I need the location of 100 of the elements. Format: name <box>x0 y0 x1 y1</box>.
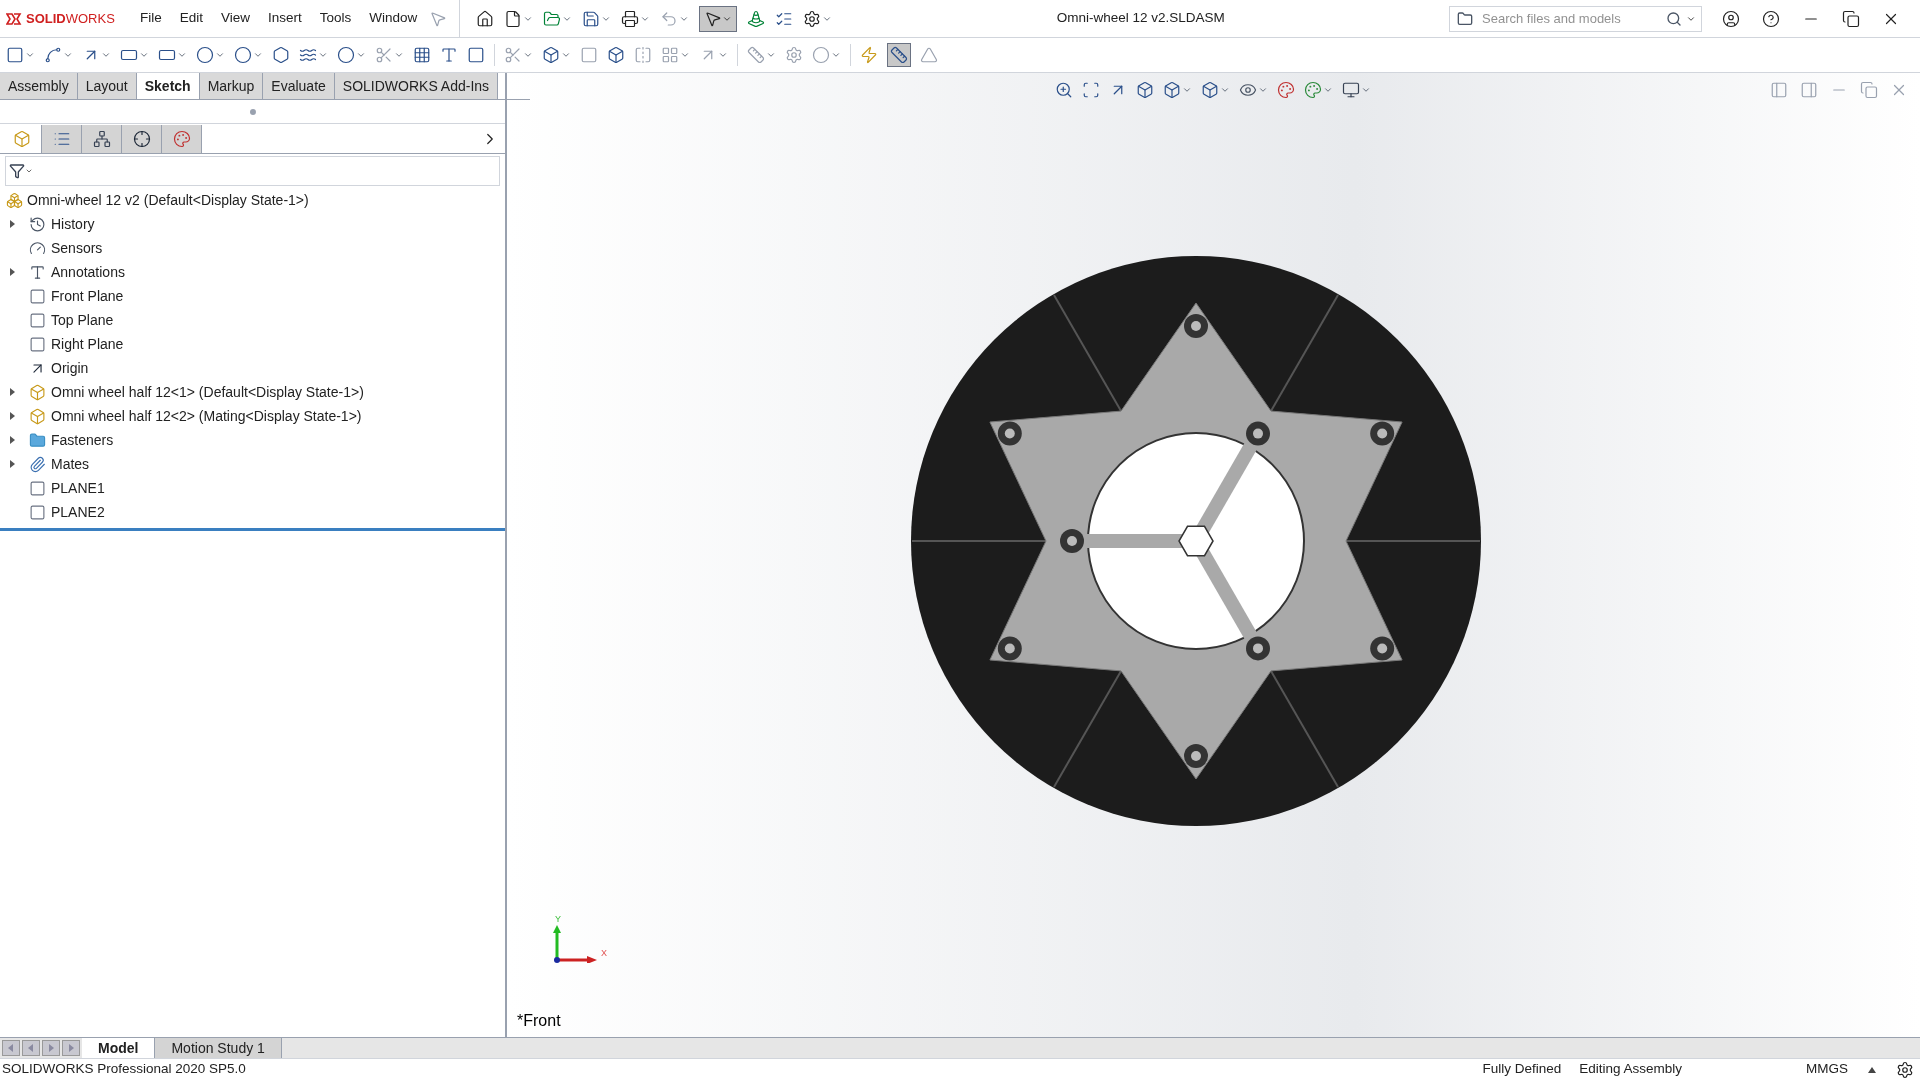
caret-icon[interactable] <box>318 50 328 60</box>
command-tab[interactable]: Layout <box>77 73 137 99</box>
tree-item[interactable]: Origin <box>51 357 89 379</box>
settings-icon[interactable] <box>803 9 822 28</box>
tree-item[interactable]: Mates <box>51 453 90 475</box>
panel-left-icon[interactable] <box>1770 81 1788 99</box>
tree-item[interactable]: Sensors <box>51 237 103 259</box>
axis-triad-drawing <box>551 925 597 963</box>
caret-icon[interactable] <box>215 50 225 60</box>
filter-field[interactable] <box>5 156 500 186</box>
caret-icon[interactable] <box>101 50 111 60</box>
command-tab[interactable]: Assembly <box>0 73 78 99</box>
folder-icon[interactable] <box>543 9 562 28</box>
expand-arrow-icon[interactable] <box>9 220 15 228</box>
caret-icon[interactable] <box>394 50 404 60</box>
panel-right-icon[interactable] <box>1800 81 1818 99</box>
caret-icon[interactable] <box>561 50 571 60</box>
expand-arrow-icon[interactable] <box>9 388 15 396</box>
tree-item[interactable]: Right Plane <box>51 333 124 355</box>
undo-icon[interactable] <box>660 9 679 28</box>
expand-arrow-icon[interactable] <box>9 460 15 468</box>
tree-item[interactable]: Top Plane <box>51 309 114 331</box>
caret-icon[interactable] <box>25 50 35 60</box>
list-icon <box>52 130 71 148</box>
menu-item[interactable]: Edit <box>179 8 204 29</box>
tree-item[interactable]: Fasteners <box>51 429 114 451</box>
search-field[interactable]: Search files and models <box>1449 5 1702 32</box>
select-button[interactable] <box>699 5 738 32</box>
caret-icon[interactable] <box>63 50 73 60</box>
menu-item[interactable]: Tools <box>319 8 352 29</box>
restore-icon[interactable] <box>1842 9 1860 28</box>
units-button[interactable]: MMGS <box>1806 1059 1848 1080</box>
sketch-icon[interactable] <box>6 46 24 64</box>
help-icon[interactable] <box>1762 9 1780 28</box>
tree-item[interactable]: Omni wheel half 12<2> (Mating<Display State-1>) <box>51 405 362 427</box>
monitor-icon[interactable] <box>1342 81 1360 99</box>
caret-icon[interactable] <box>356 50 366 60</box>
menu-item[interactable]: Window <box>369 8 418 29</box>
caret-icon[interactable] <box>177 50 187 60</box>
panel-tab[interactable] <box>82 125 122 153</box>
tree-item[interactable]: History <box>51 213 95 235</box>
eye-icon[interactable] <box>1239 81 1257 99</box>
caret-up-icon[interactable] <box>1868 1066 1876 1073</box>
caret-icon[interactable] <box>766 50 776 60</box>
menu-item[interactable]: View <box>221 8 251 29</box>
caret-icon[interactable] <box>718 50 728 60</box>
caret-icon[interactable] <box>139 50 149 60</box>
printer-icon[interactable] <box>621 9 640 28</box>
expand-arrow-icon[interactable] <box>9 436 15 444</box>
search-icon[interactable] <box>1666 10 1682 27</box>
folder-icon <box>1457 10 1473 27</box>
caret-icon[interactable] <box>523 50 533 60</box>
lightning-icon[interactable] <box>860 46 878 64</box>
triangle-icon[interactable] <box>920 46 938 64</box>
caret-icon[interactable] <box>1361 85 1371 95</box>
tree-item[interactable]: Front Plane <box>51 285 124 307</box>
caret-icon[interactable] <box>253 50 263 60</box>
model-tab[interactable]: Motion Study 1 <box>155 1038 282 1058</box>
caret-icon[interactable] <box>1220 85 1230 95</box>
save-icon[interactable] <box>582 9 601 28</box>
trim-icon[interactable] <box>504 46 522 64</box>
tree-item[interactable]: Omni wheel half 12<1> (Default<Display State-1>) <box>51 381 364 403</box>
command-tab[interactable]: SOLIDWORKS Add-Ins <box>334 73 499 99</box>
panel-tab[interactable] <box>122 125 162 153</box>
zoom-area-icon[interactable] <box>1082 81 1100 99</box>
polygon-icon[interactable] <box>272 46 290 64</box>
caret-icon[interactable] <box>1258 85 1268 95</box>
circle-icon[interactable] <box>196 46 214 64</box>
tree-item[interactable]: Omni-wheel 12 v2 (Default<Display State-1>) <box>27 189 309 211</box>
status-text: Editing Assembly <box>1579 1060 1682 1079</box>
file-icon[interactable] <box>504 9 523 28</box>
tree-item[interactable]: PLANE1 <box>51 477 105 499</box>
settings-icon[interactable] <box>1896 1060 1914 1079</box>
home-icon[interactable] <box>476 9 495 28</box>
rapid-sketch-button[interactable] <box>887 43 911 67</box>
menu-item[interactable]: File <box>140 8 162 29</box>
command-tab[interactable]: Markup <box>199 73 264 99</box>
model-tab[interactable]: Model <box>82 1038 156 1058</box>
product-version: SOLIDWORKS Professional 2020 SP5.0 <box>2 1060 246 1079</box>
menu-item[interactable]: Insert <box>268 8 302 29</box>
caret-icon[interactable] <box>680 50 690 60</box>
filter-icon <box>9 163 25 179</box>
splitter-handle-icon[interactable] <box>249 108 256 115</box>
mirror-icon[interactable] <box>634 46 652 64</box>
command-tab[interactable]: Evaluate <box>263 73 335 99</box>
pattern-icon[interactable] <box>661 46 679 64</box>
expand-arrow-icon[interactable] <box>9 412 15 420</box>
caret-icon[interactable] <box>1182 85 1192 95</box>
caret-icon[interactable] <box>831 50 841 60</box>
tree-item[interactable]: PLANE2 <box>51 501 105 523</box>
user-icon[interactable] <box>1722 9 1740 28</box>
text-icon[interactable] <box>440 46 458 64</box>
zoom-icon[interactable] <box>1055 81 1073 99</box>
axis-label: Y <box>555 913 561 926</box>
expand-arrow-icon[interactable] <box>9 268 15 276</box>
panel-tab[interactable] <box>162 125 202 153</box>
folder-icon <box>29 431 46 449</box>
cube-icon[interactable] <box>542 46 560 64</box>
tree-item[interactable]: Annotations <box>51 261 125 283</box>
caret-icon[interactable] <box>1323 85 1333 95</box>
